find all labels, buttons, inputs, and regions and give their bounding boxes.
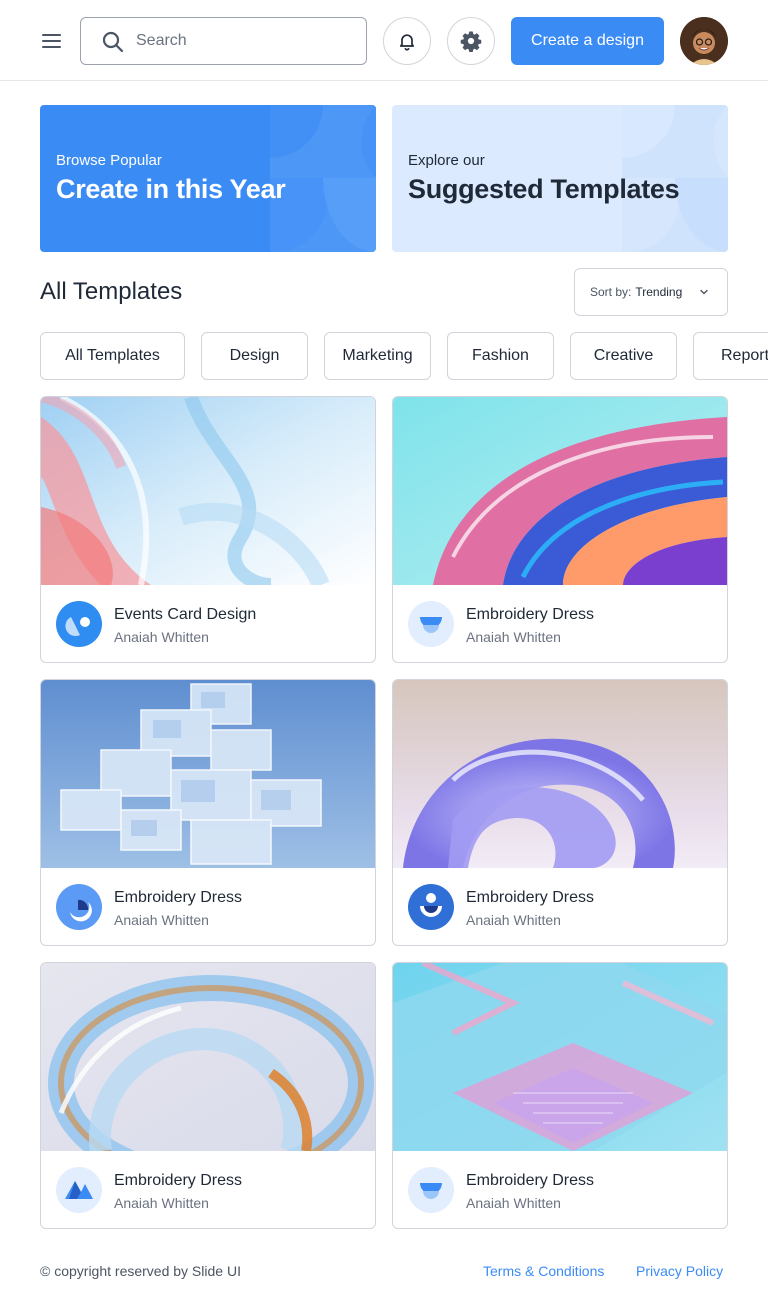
banner-subtitle: Explore our [408,152,485,169]
banner-decoration [270,105,376,252]
chip-report[interactable]: Report [693,332,768,380]
top-bar: Create a design [0,0,768,81]
section-title: All Templates [40,278,183,305]
search-icon [102,31,124,53]
template-title: Events Card Design [114,606,257,623]
banner-suggested-templates[interactable]: Explore our Suggested Templates [392,105,728,252]
template-author: Anaiah Whitten [114,912,209,928]
avatar[interactable] [680,17,728,65]
bell-icon [399,34,415,51]
chip-all-templates[interactable]: All Templates [40,332,185,380]
template-card[interactable]: Embroidery Dress Anaiah Whitten [40,679,376,946]
template-title: Embroidery Dress [114,889,243,906]
template-thumbnail [393,963,727,1151]
template-author: Anaiah Whitten [114,629,209,645]
sort-dropdown[interactable]: Sort by: Trending [574,268,728,316]
template-thumbnail [41,680,375,868]
template-title: Embroidery Dress [114,1172,243,1189]
banner-title: Suggested Templates [408,174,680,204]
template-thumbnail [41,397,375,585]
template-title: Embroidery Dress [466,889,595,906]
notifications-button[interactable] [383,17,431,65]
settings-button[interactable] [447,17,495,65]
template-card[interactable]: Embroidery Dress Anaiah Whitten [392,679,728,946]
sort-label: Sort by: [590,285,632,299]
template-logo-icon [408,1167,454,1213]
template-thumbnail [393,397,727,585]
chevron-down-icon [700,289,708,295]
template-logo-icon [56,884,102,930]
template-card[interactable]: Events Card Design Anaiah Whitten [40,396,376,663]
template-thumbnail [41,963,375,1151]
banner-create-this-year[interactable]: Browse Popular Create in this Year [40,105,376,252]
create-design-button[interactable]: Create a design [511,17,664,65]
banner-subtitle: Browse Popular [56,152,162,169]
chip-design[interactable]: Design [201,332,308,380]
chip-fashion[interactable]: Fashion [447,332,554,380]
template-card[interactable]: Embroidery Dress Anaiah Whitten [392,962,728,1229]
template-title: Embroidery Dress [466,1172,595,1189]
template-card[interactable]: Embroidery Dress Anaiah Whitten [392,396,728,663]
gear-icon [460,31,482,52]
template-author: Anaiah Whitten [466,912,561,928]
chip-creative[interactable]: Creative [570,332,677,380]
copyright-text: © copyright reserved by Slide UI [40,1263,241,1279]
template-logo-icon [56,1167,102,1213]
template-logo-icon [408,601,454,647]
search-box[interactable] [80,17,367,65]
template-logo-icon [408,884,454,930]
template-thumbnail [393,680,727,868]
template-logo-icon [56,601,102,647]
hamburger-menu-icon[interactable] [40,29,64,53]
sort-value: Trending [635,285,683,299]
banner-title: Create in this Year [56,174,286,204]
search-input[interactable] [136,18,356,64]
template-title: Embroidery Dress [466,606,595,623]
template-author: Anaiah Whitten [466,1195,561,1211]
privacy-link[interactable]: Privacy Policy [636,1263,723,1279]
template-author: Anaiah Whitten [466,629,561,645]
chip-marketing[interactable]: Marketing [324,332,431,380]
template-card[interactable]: Embroidery Dress Anaiah Whitten [40,962,376,1229]
template-author: Anaiah Whitten [114,1195,209,1211]
terms-link[interactable]: Terms & Conditions [483,1263,604,1279]
user-photo [680,17,728,65]
